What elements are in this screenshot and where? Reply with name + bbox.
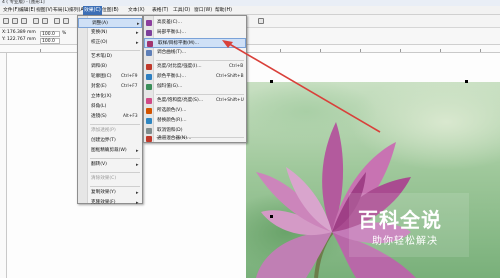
watermark-subtitle: 助你轻松解决 — [372, 236, 438, 247]
watermark-title: 百科全说 — [358, 208, 442, 232]
annotation-arrow-head — [222, 40, 233, 48]
annotation-arrow-line — [225, 41, 381, 133]
